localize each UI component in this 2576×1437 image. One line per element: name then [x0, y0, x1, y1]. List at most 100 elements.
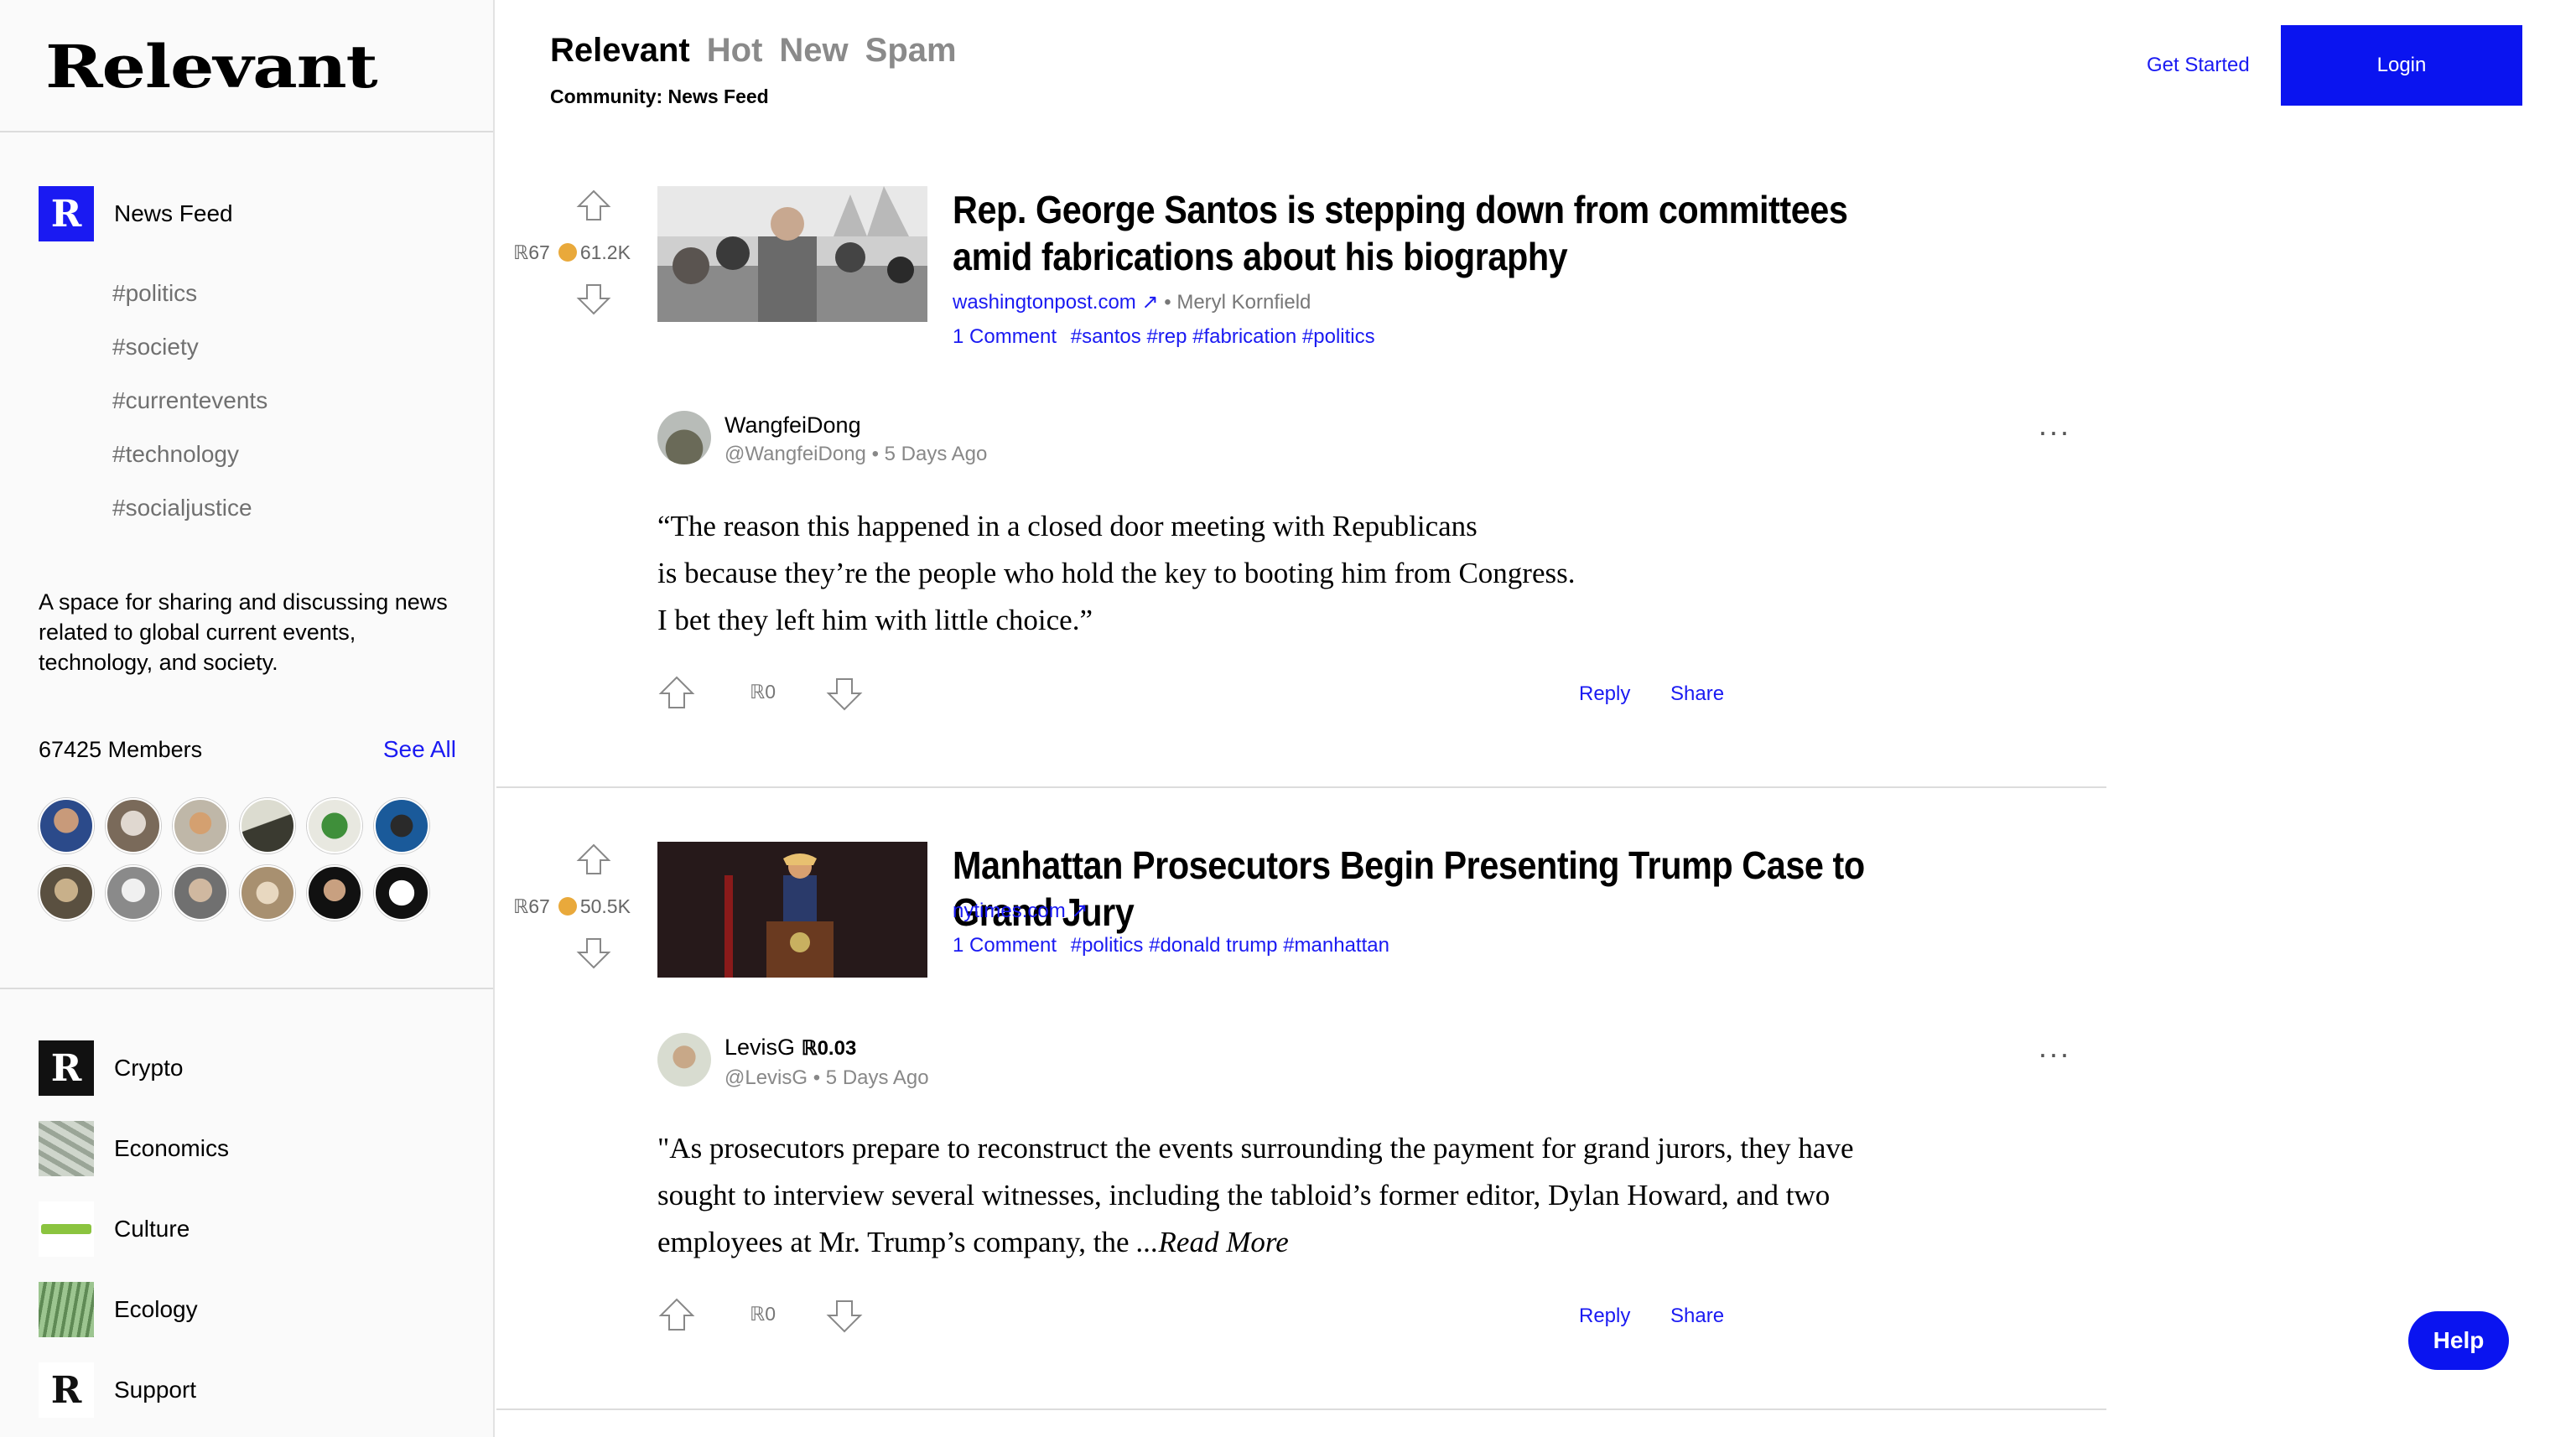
- tag-list: #politics #society #currentevents #techn…: [112, 277, 267, 545]
- user-score: ℝ0.03: [801, 1037, 857, 1060]
- comments-link[interactable]: 1 Comment: [953, 325, 1057, 348]
- feed-tabs: Relevant Hot New Spam: [550, 32, 957, 70]
- tab-new[interactable]: New: [779, 32, 848, 70]
- members-count: 67425 Members: [39, 737, 203, 762]
- community-label: Economics: [114, 1135, 229, 1161]
- sidebar-item-support[interactable]: R Support: [39, 1350, 229, 1430]
- tag-society[interactable]: #society: [112, 330, 267, 384]
- sidebar-item-ecology[interactable]: Ecology: [39, 1269, 229, 1350]
- community-description: A space for sharing and discussing news …: [39, 589, 448, 675]
- reply-button[interactable]: Reply: [1579, 682, 1630, 706]
- upvote-arrow-icon[interactable]: [657, 674, 696, 713]
- tab-hot[interactable]: Hot: [707, 32, 763, 70]
- member-avatar[interactable]: [106, 798, 161, 853]
- comment-line: sought to interview several witnesses, i…: [657, 1179, 1831, 1211]
- see-all-link[interactable]: See All: [383, 736, 456, 763]
- member-avatars: [39, 798, 475, 921]
- commenter-name[interactable]: LevisG ℝ0.03: [724, 1033, 929, 1063]
- source-domain-link[interactable]: nytimes.com ↗: [953, 900, 1088, 922]
- post-source: nytimes.com ↗: [953, 899, 1088, 923]
- share-button[interactable]: Share: [1670, 682, 1724, 706]
- comment-line: I bet they left him with little choice.”: [657, 604, 1093, 636]
- member-avatar[interactable]: [374, 865, 429, 921]
- downvote-arrow-icon[interactable]: [825, 674, 864, 713]
- support-logo-icon: R: [39, 1362, 94, 1418]
- sidebar-item-economics[interactable]: Economics: [39, 1108, 229, 1189]
- login-button[interactable]: Login: [2281, 25, 2522, 106]
- tab-relevant[interactable]: Relevant: [550, 32, 690, 70]
- post-meta: 1 Comment #santos #rep #fabrication #pol…: [953, 325, 1384, 349]
- community-label: Crypto: [114, 1055, 184, 1081]
- post-tags[interactable]: #santos #rep #fabrication #politics: [1071, 325, 1375, 348]
- post-thumbnail[interactable]: [657, 186, 927, 322]
- tag-socialjustice[interactable]: #socialjustice: [112, 491, 267, 545]
- tag-technology[interactable]: #technology: [112, 438, 267, 491]
- member-avatar[interactable]: [106, 865, 161, 921]
- member-avatar[interactable]: [39, 865, 94, 921]
- logo-area: Relevant: [0, 0, 493, 132]
- post-meta: 1 Comment #politics #donald trump #manha…: [953, 934, 1398, 957]
- commenter-handle: @LevisG • 5 Days Ago: [724, 1066, 929, 1089]
- post-title[interactable]: Manhattan Prosecutors Begin Presenting T…: [953, 842, 1896, 936]
- post-stats: ℝ67 61.2K: [513, 241, 656, 264]
- crypto-logo-icon: R: [39, 1040, 94, 1096]
- source-domain-link[interactable]: washingtonpost.com ↗: [953, 291, 1159, 314]
- nature-image-icon: [39, 1282, 94, 1337]
- member-avatar[interactable]: [240, 798, 295, 853]
- more-options-icon[interactable]: ···: [2038, 1036, 2070, 1071]
- sidebar-item-culture[interactable]: Culture: [39, 1189, 229, 1269]
- relevance-score: ℝ67: [513, 241, 550, 263]
- comments-link[interactable]: 1 Comment: [953, 934, 1057, 957]
- coin-icon: [558, 243, 577, 262]
- comment-line: is because they’re the people who hold t…: [657, 557, 1576, 589]
- post-thumbnail[interactable]: [657, 842, 927, 978]
- comment-text: “The reason this happened in a closed do…: [657, 503, 2083, 644]
- comment-line: "As prosecutors prepare to reconstruct t…: [657, 1132, 1854, 1165]
- tag-currentevents[interactable]: #currentevents: [112, 384, 267, 438]
- commenter-name[interactable]: WangfeiDong: [724, 411, 987, 439]
- member-avatar[interactable]: [307, 798, 362, 853]
- more-options-icon[interactable]: ···: [2038, 414, 2070, 449]
- share-button[interactable]: Share: [1670, 1305, 1724, 1328]
- sidebar-item-crypto[interactable]: R Crypto: [39, 1028, 229, 1108]
- upvote-arrow-icon[interactable]: [575, 842, 612, 879]
- comment-line: employees at Mr. Trump’s company, the ..…: [657, 1226, 1289, 1258]
- post-tags[interactable]: #politics #donald trump #manhattan: [1071, 934, 1389, 957]
- read-more-link[interactable]: ...Read More: [1136, 1226, 1288, 1258]
- downvote-arrow-icon[interactable]: [575, 280, 612, 317]
- member-avatar[interactable]: [240, 865, 295, 921]
- post-author: • Meryl Kornfield: [1164, 291, 1311, 314]
- reply-button[interactable]: Reply: [1579, 1305, 1630, 1328]
- commenter-avatar[interactable]: [657, 411, 711, 464]
- comment-vote-count: ℝ0: [750, 681, 776, 703]
- community-label: Culture: [114, 1216, 190, 1242]
- community-label: News Feed: [114, 200, 233, 226]
- member-avatar[interactable]: [39, 798, 94, 853]
- upvote-arrow-icon[interactable]: [575, 188, 612, 225]
- member-avatar[interactable]: [173, 798, 228, 853]
- get-started-link[interactable]: Get Started: [2147, 54, 2250, 77]
- sidebar-item-news-feed[interactable]: R News Feed: [39, 186, 233, 241]
- member-avatar[interactable]: [173, 865, 228, 921]
- tab-spam[interactable]: Spam: [865, 32, 957, 70]
- comment-line: “The reason this happened in a closed do…: [657, 510, 1478, 542]
- post-card: ℝ67 50.5K Manhattan Prosecutors Begin Pr…: [496, 790, 2106, 1410]
- comment-vote-count: ℝ0: [750, 1303, 776, 1325]
- culture-logo-icon: [39, 1201, 94, 1257]
- money-image-icon: [39, 1121, 94, 1176]
- post-stats: ℝ67 50.5K: [513, 895, 656, 918]
- members-row: 67425 Members See All: [39, 736, 456, 763]
- news-feed-community-icon: R: [39, 186, 94, 241]
- member-avatar[interactable]: [307, 865, 362, 921]
- commenter-handle: @WangfeiDong • 5 Days Ago: [724, 443, 988, 465]
- current-community: Community: News Feed: [550, 86, 769, 107]
- upvote-arrow-icon[interactable]: [657, 1296, 696, 1335]
- member-avatar[interactable]: [374, 798, 429, 853]
- post-title[interactable]: Rep. George Santos is stepping down from…: [953, 186, 1896, 280]
- downvote-arrow-icon[interactable]: [575, 934, 612, 971]
- relevant-logo[interactable]: Relevant: [45, 34, 378, 101]
- downvote-arrow-icon[interactable]: [825, 1296, 864, 1335]
- commenter-avatar[interactable]: [657, 1033, 711, 1087]
- help-button[interactable]: Help: [2408, 1311, 2509, 1370]
- tag-politics[interactable]: #politics: [112, 277, 267, 330]
